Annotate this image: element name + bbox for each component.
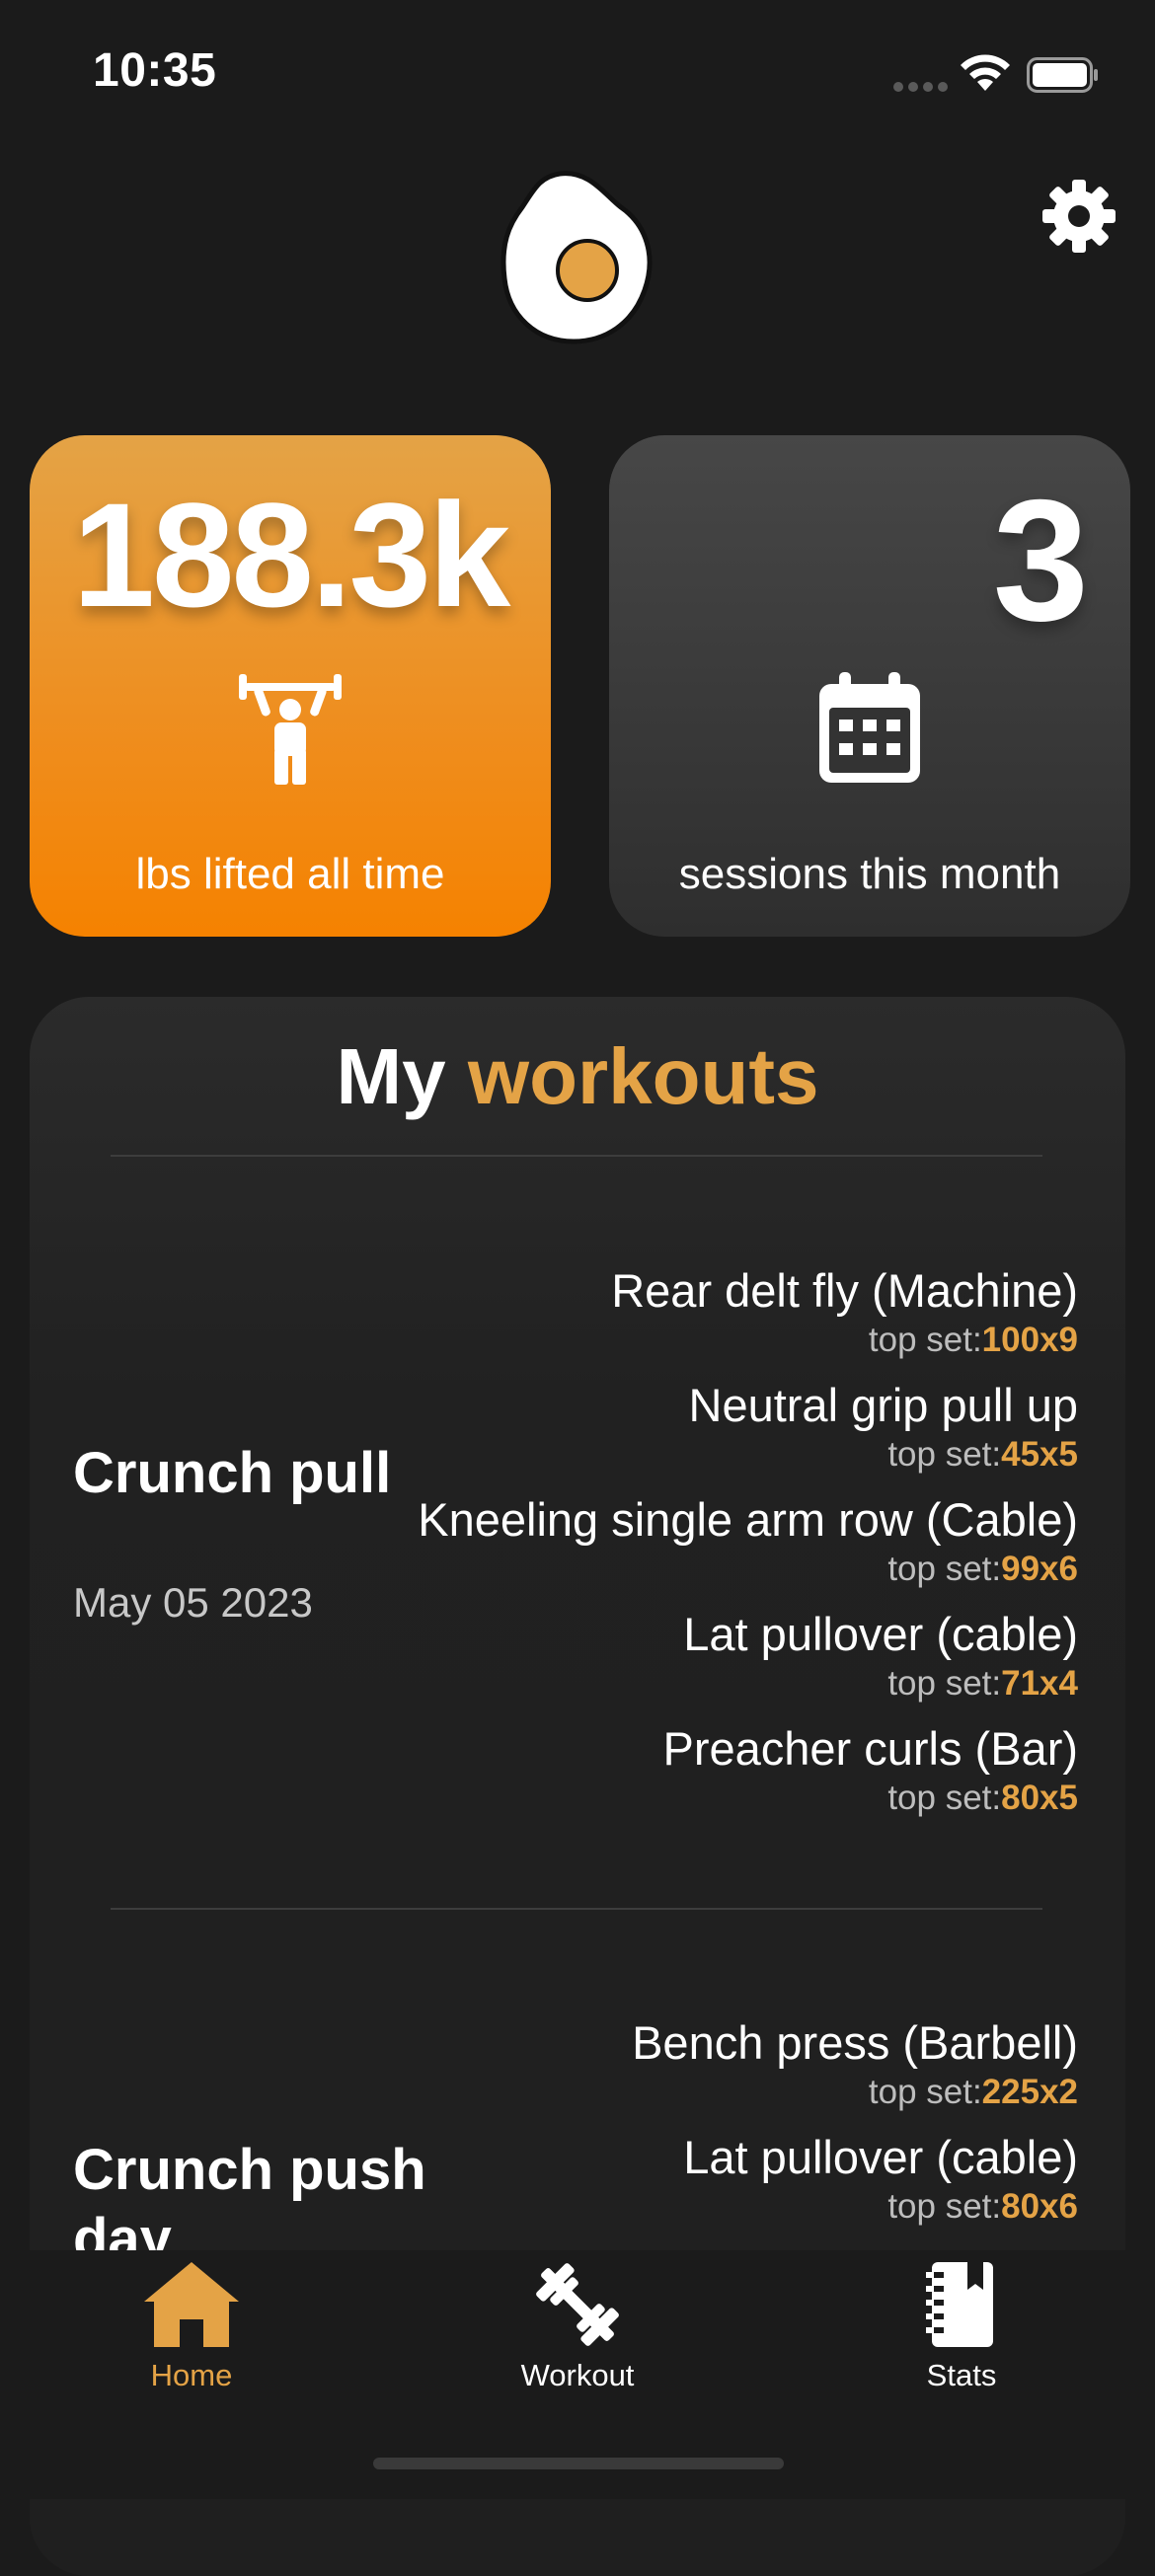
lbs-lifted-value: 188.3k xyxy=(72,472,511,638)
exercise-top-set: top set:99x6 xyxy=(418,1548,1078,1591)
top-set-label: top set: xyxy=(887,1779,1002,1817)
top-set-label: top set: xyxy=(887,2187,1002,2226)
exercise-top-set: top set:80x5 xyxy=(663,1777,1078,1820)
divider xyxy=(111,1155,1042,1157)
status-bar: 10:35 xyxy=(0,0,1155,148)
exercise-name: Preacher curls (Bar) xyxy=(662,1722,1079,1775)
cellular-signal-icon xyxy=(893,79,953,97)
top-set-value: 71x4 xyxy=(1001,1664,1078,1703)
top-set-value: 225x2 xyxy=(981,2073,1078,2111)
weightlifter-icon xyxy=(239,674,342,785)
top-set-value: 80x5 xyxy=(1001,1779,1078,1817)
exercise-name: Rear delt fly (Machine) xyxy=(611,1264,1078,1317)
exercise-name: Bench press (Barbell) xyxy=(632,2016,1078,2069)
tab-home-label: Home xyxy=(150,2358,233,2392)
top-set-label: top set: xyxy=(887,1550,1002,1588)
lbs-lifted-label: lbs lifted all time xyxy=(135,850,445,898)
home-icon xyxy=(144,2262,239,2347)
top-set-label: top set: xyxy=(887,1664,1002,1703)
exercise-top-set: top set:225x2 xyxy=(632,2071,1078,2114)
exercise-item: Lat pullover (cable) top set:80x6 xyxy=(683,2130,1078,2229)
top-set-value: 45x5 xyxy=(1001,1435,1078,1474)
workouts-title: My workouts xyxy=(0,1031,1155,1122)
top-set-value: 99x6 xyxy=(1001,1550,1078,1588)
exercise-top-set: top set:80x6 xyxy=(683,2185,1078,2229)
exercise-item: Lat pullover (cable) top set:71x4 xyxy=(683,1607,1078,1705)
divider xyxy=(111,1908,1042,1910)
exercise-top-set: top set:71x4 xyxy=(683,1662,1078,1705)
tab-workout[interactable]: Workout xyxy=(459,2260,696,2393)
status-time: 10:35 xyxy=(93,44,217,97)
exercise-name: Lat pullover (cable) xyxy=(683,2131,1078,2183)
exercise-item: Preacher curls (Bar) top set:80x5 xyxy=(663,1721,1079,1820)
wifi-icon xyxy=(961,54,1010,91)
exercise-item: Rear delt fly (Machine) top set:100x9 xyxy=(611,1263,1078,1362)
workout-date: May 05 2023 xyxy=(73,1579,313,1626)
workout-name[interactable]: Crunch pull xyxy=(73,1439,428,1508)
sessions-value: 3 xyxy=(992,465,1089,657)
tab-stats-label: Stats xyxy=(926,2358,997,2392)
home-indicator xyxy=(373,2458,784,2469)
exercise-name: Lat pullover (cable) xyxy=(683,1608,1078,1660)
tab-stats[interactable]: Stats xyxy=(843,2260,1080,2393)
exercise-item: Kneeling single arm row (Cable) top set:… xyxy=(418,1492,1078,1591)
top-set-value: 100x9 xyxy=(981,1321,1078,1359)
tab-home[interactable]: Home xyxy=(73,2260,310,2393)
exercise-top-set: top set:100x9 xyxy=(611,1319,1078,1362)
dumbbell-icon xyxy=(536,2263,619,2346)
battery-icon xyxy=(1027,57,1098,93)
exercise-name: Neutral grip pull up xyxy=(688,1379,1079,1431)
top-set-label: top set: xyxy=(868,2073,982,2111)
exercise-top-set: top set:45x5 xyxy=(689,1433,1078,1477)
notebook-icon xyxy=(926,2262,993,2347)
exercise-item: Bench press (Barbell) top set:225x2 xyxy=(632,2015,1078,2114)
sessions-card: 3 sessions this month xyxy=(609,435,1130,937)
settings-gear-icon[interactable] xyxy=(1040,178,1117,255)
lbs-lifted-card: 188.3k lbs lifted all time xyxy=(30,435,551,937)
fried-egg-icon xyxy=(500,171,653,344)
tab-workout-label: Workout xyxy=(520,2358,635,2392)
top-set-label: top set: xyxy=(887,1435,1002,1474)
title-prefix: My xyxy=(336,1032,446,1120)
exercise-name: Kneeling single arm row (Cable) xyxy=(418,1493,1078,1546)
title-accent: workouts xyxy=(467,1032,819,1120)
top-set-label: top set: xyxy=(868,1321,982,1359)
exercise-item: Neutral grip pull up top set:45x5 xyxy=(689,1378,1079,1477)
top-set-value: 80x6 xyxy=(1001,2187,1078,2226)
calendar-icon xyxy=(819,672,920,783)
sessions-label: sessions this month xyxy=(678,850,1061,898)
